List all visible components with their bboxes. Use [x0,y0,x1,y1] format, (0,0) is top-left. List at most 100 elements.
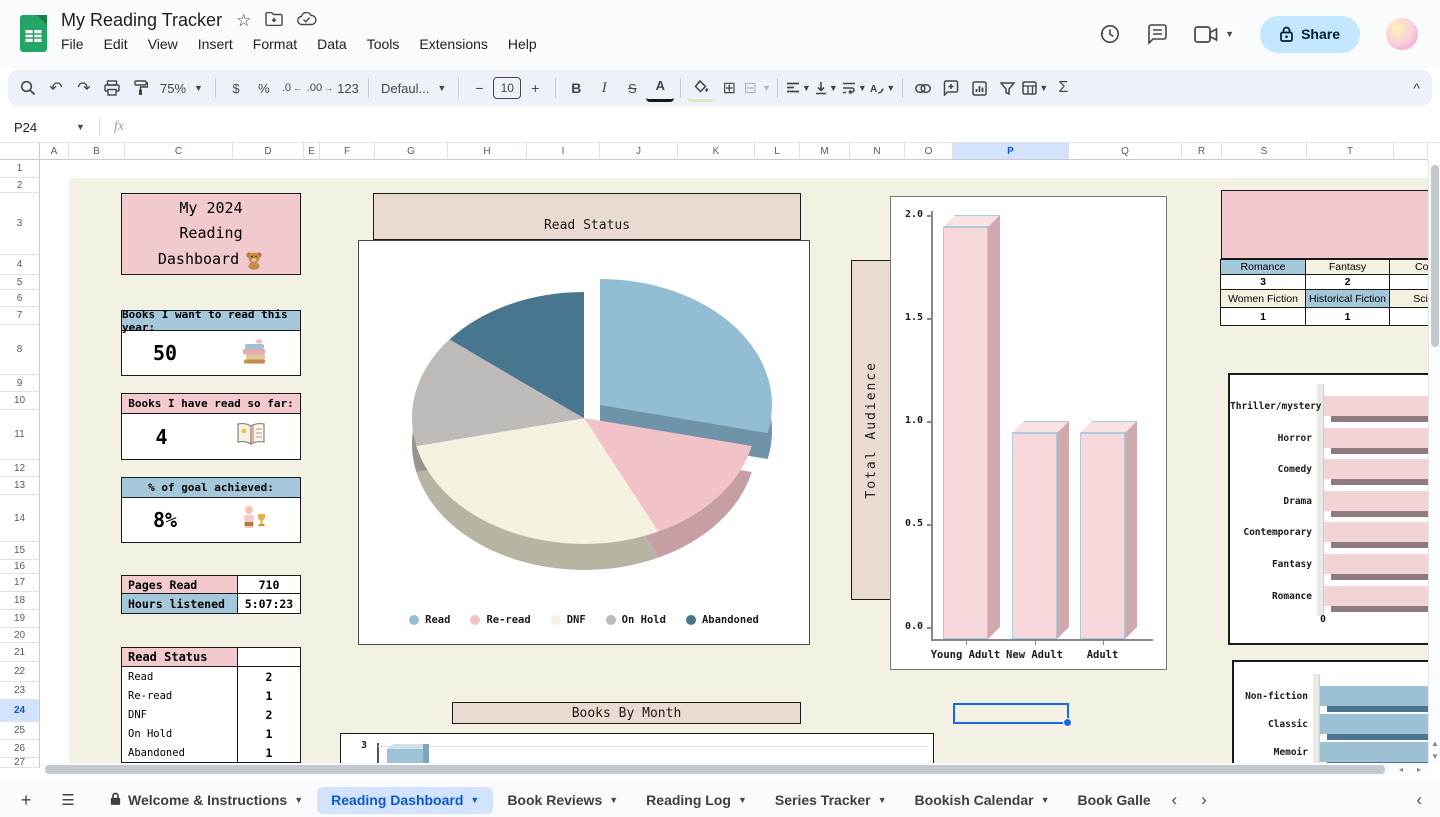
decrease-font-size-button[interactable]: − [465,74,493,102]
column-header-O[interactable]: O [905,143,953,160]
select-all-corner[interactable] [0,143,40,160]
menu-view[interactable]: View [140,34,186,54]
name-box[interactable]: P24 [0,120,76,135]
print-icon[interactable] [98,74,126,102]
row-header-26[interactable]: 26 [0,740,40,758]
tab-welcome-instructions[interactable]: Welcome & Instructions ▼ [96,787,317,814]
borders-button[interactable]: ⊞ [715,74,743,102]
vertical-scroll-thumb[interactable] [1431,165,1439,347]
row-header-6[interactable]: 6 [0,290,40,307]
insert-comment-icon[interactable] [937,74,965,102]
genre-cell[interactable]: 2 [1305,274,1390,290]
menu-insert[interactable]: Insert [190,34,241,54]
tab-caret-icon[interactable]: ▼ [738,795,747,805]
row-header-10[interactable]: 10 [0,392,40,410]
hbar-fantasy[interactable] [1324,554,1428,580]
genre-cell[interactable] [1389,274,1428,290]
row-header-5[interactable]: 5 [0,275,40,290]
tab-book-galle[interactable]: Book Galle [1064,787,1160,814]
menu-format[interactable]: Format [245,34,305,54]
hide-menus-button[interactable]: ^ [1413,80,1420,96]
row-header-12[interactable]: 12 [0,460,40,477]
row-header-14[interactable]: 14 [0,495,40,542]
row-header-19[interactable]: 19 [0,610,40,628]
menu-file[interactable]: File [53,34,92,54]
scroll-right-icon[interactable]: ▸ [1410,763,1428,776]
functions-button[interactable]: Σ [1049,74,1077,102]
genre-cell[interactable]: Women Fiction [1220,289,1306,308]
audience-bar-new-adult[interactable] [1012,421,1069,639]
genre-cell[interactable]: 1 [1220,307,1306,326]
audience-bar-adult[interactable] [1080,421,1137,639]
document-title[interactable]: My Reading Tracker [61,10,222,31]
column-header-D[interactable]: D [233,143,304,160]
genre-cell[interactable]: Conte [1389,259,1428,275]
tab-book-reviews[interactable]: Book Reviews ▼ [493,787,632,814]
hbar-comedy[interactable] [1324,459,1428,486]
paint-format-icon[interactable] [126,74,154,102]
column-header-partial[interactable] [1394,143,1428,160]
genre-cell[interactable]: Historical Fiction [1305,289,1390,308]
text-rotation-button[interactable]: A ▼ [868,74,896,102]
genre-cell[interactable]: Fantasy [1305,259,1390,275]
genre-cell[interactable]: Scienc [1389,289,1428,308]
share-button[interactable]: Share [1260,15,1360,53]
column-header-H[interactable]: H [448,143,527,160]
horizontal-scrollbar[interactable]: ◂ ▸ [40,763,1428,776]
totals-row[interactable]: Pages Read 710 [122,576,300,594]
scroll-down-icon[interactable]: ▼ [1429,750,1440,763]
move-folder-icon[interactable] [265,11,284,29]
stat-card-1[interactable]: Books I want to read this year: 50 [121,308,301,376]
books-by-month-banner[interactable]: Books By Month [452,702,801,724]
read-status-table[interactable]: Read Status Read 2 Re-read 1 DNF 2 On Hold 1 Aban… [121,647,301,763]
column-header-S[interactable]: S [1222,143,1307,160]
cloud-saved-icon[interactable] [297,11,317,29]
tab-bookish-calendar[interactable]: Bookish Calendar ▼ [901,787,1064,814]
sheets-logo-icon[interactable] [20,15,47,57]
column-header-N[interactable]: N [850,143,905,160]
books-by-month-chart[interactable]: 3 [340,733,934,763]
menu-edit[interactable]: Edit [96,34,136,54]
scroll-left-icon[interactable]: ◂ [1392,763,1410,776]
row-header-25[interactable]: 25 [0,722,40,740]
number-format-button[interactable]: 123 [334,74,362,102]
fill-handle[interactable] [1063,718,1072,727]
hbar-non-fiction[interactable] [1320,686,1428,712]
horizontal-align-button[interactable]: ▼ [784,74,812,102]
meet-dropdown-caret-icon[interactable]: ▼ [1225,29,1234,39]
row-header-3[interactable]: 3 [0,193,40,255]
format-percent-button[interactable]: % [250,74,278,102]
row-header-17[interactable]: 17 [0,574,40,592]
read-status-row[interactable]: Abandoned 1 [122,743,300,762]
font-select[interactable]: Defaul... ▼ [375,74,452,102]
column-header-E[interactable]: E [304,143,320,160]
column-header-A[interactable]: A [40,143,69,160]
stat-card-3[interactable]: % of goal achieved: 8% [121,477,301,543]
text-color-button[interactable]: A [646,74,675,102]
undo-icon[interactable]: ↶ [42,74,70,102]
row-header-20[interactable]: 20 [0,628,40,643]
row-header-15[interactable]: 15 [0,542,40,560]
tabs-next-button[interactable]: › [1189,790,1219,810]
fill-color-button[interactable] [687,74,716,102]
hbar-drama[interactable] [1324,490,1428,517]
row-header-22[interactable]: 22 [0,662,40,682]
merge-cells-button[interactable]: ⊟ ▼ [743,74,771,102]
row-header-8[interactable]: 8 [0,325,40,375]
column-header-R[interactable]: R [1182,143,1222,160]
tab-series-tracker[interactable]: Series Tracker ▼ [761,787,901,814]
column-header-C[interactable]: C [125,143,233,160]
row-header-13[interactable]: 13 [0,477,40,495]
italic-button[interactable]: I [590,74,618,102]
table-views-button[interactable]: ▼ [1021,74,1049,102]
hbar-horror[interactable] [1324,427,1428,454]
pie-chart-title-banner[interactable]: Read Status [373,193,801,240]
row-header-1[interactable]: 1 [0,160,40,178]
column-header-G[interactable]: G [375,143,448,160]
row-header-23[interactable]: 23 [0,682,40,700]
star-icon[interactable]: ☆ [236,12,251,29]
comments-icon[interactable] [1147,23,1168,45]
nonfiction-bar-chart[interactable]: Non-fiction Classic Memoir [1232,660,1428,763]
totals-row[interactable]: Hours listened 5:07:23 [122,594,300,613]
row-header-18[interactable]: 18 [0,592,40,610]
